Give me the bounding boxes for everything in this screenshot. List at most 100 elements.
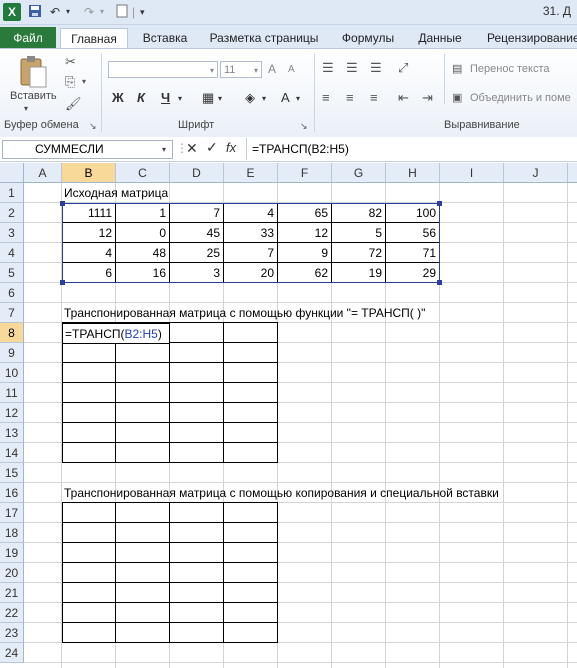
- tab-page-layout[interactable]: Разметка страницы: [209, 28, 319, 49]
- cell-d13[interactable]: [170, 423, 224, 443]
- decrease-indent-icon[interactable]: ⇤: [398, 90, 409, 106]
- cell-b21[interactable]: [62, 583, 116, 603]
- row-header-3[interactable]: 3: [0, 223, 24, 243]
- cell-d12[interactable]: [170, 403, 224, 423]
- row-header-18[interactable]: 18: [0, 523, 24, 543]
- cell-c14[interactable]: [116, 443, 170, 463]
- tab-review[interactable]: Рецензирование: [487, 28, 577, 49]
- column-header-c[interactable]: C: [116, 163, 170, 183]
- underline-dropdown-icon[interactable]: ▾: [178, 94, 182, 103]
- cell-b7[interactable]: Транспонированная матрица с помощью функ…: [64, 303, 425, 323]
- cell-b19[interactable]: [62, 543, 116, 563]
- shrink-font-icon[interactable]: A: [288, 64, 295, 75]
- column-header-d[interactable]: D: [170, 163, 224, 183]
- cell-c17[interactable]: [116, 502, 170, 523]
- column-header-h[interactable]: H: [386, 163, 440, 183]
- align-top-icon[interactable]: ☰: [322, 60, 334, 76]
- row-header-7[interactable]: 7: [0, 303, 24, 323]
- cell-e17[interactable]: [224, 502, 278, 523]
- enter-formula-icon[interactable]: ✓: [206, 139, 218, 156]
- italic-button[interactable]: К: [137, 90, 145, 105]
- copy-dropdown-icon[interactable]: ▾: [82, 77, 86, 86]
- cell-b13[interactable]: [62, 423, 116, 443]
- cell-c18[interactable]: [116, 523, 170, 543]
- cell-e23[interactable]: [224, 623, 278, 643]
- cell-e20[interactable]: [224, 563, 278, 583]
- row-header-22[interactable]: 22: [0, 603, 24, 623]
- row-header-12[interactable]: 12: [0, 403, 24, 423]
- cell-c20[interactable]: [116, 563, 170, 583]
- cell-b18[interactable]: [62, 523, 116, 543]
- cell-d14[interactable]: [170, 443, 224, 463]
- column-header-i[interactable]: I: [440, 163, 504, 183]
- cell-e9[interactable]: [224, 343, 278, 363]
- cell-c9[interactable]: [116, 343, 170, 363]
- row-header-17[interactable]: 17: [0, 503, 24, 523]
- cell-d10[interactable]: [170, 363, 224, 383]
- row-header-15[interactable]: 15: [0, 463, 24, 483]
- cell-d19[interactable]: [170, 543, 224, 563]
- column-header-b[interactable]: B: [62, 163, 116, 183]
- cell-c19[interactable]: [116, 543, 170, 563]
- cell-d17[interactable]: [170, 502, 224, 523]
- clipboard-launcher-icon[interactable]: ↘: [89, 121, 97, 132]
- row-header-21[interactable]: 21: [0, 583, 24, 603]
- cell-c10[interactable]: [116, 363, 170, 383]
- row-header-13[interactable]: 13: [0, 423, 24, 443]
- cell-e12[interactable]: [224, 403, 278, 423]
- row-header-8[interactable]: 8: [0, 323, 24, 343]
- tab-formulas[interactable]: Формулы: [340, 28, 396, 49]
- borders-icon[interactable]: ▦: [202, 90, 214, 106]
- cell-d8[interactable]: [170, 322, 224, 343]
- cell-b10[interactable]: [62, 363, 116, 383]
- cut-icon[interactable]: ✂: [65, 54, 76, 70]
- font-launcher-icon[interactable]: ↘: [300, 121, 308, 132]
- name-box[interactable]: СУММЕСЛИ: [2, 140, 173, 159]
- row-header-9[interactable]: 9: [0, 343, 24, 363]
- cell-b12[interactable]: [62, 403, 116, 423]
- row-header-6[interactable]: 6: [0, 283, 24, 303]
- copy-icon[interactable]: ⎘: [65, 74, 75, 90]
- cell-d9[interactable]: [170, 343, 224, 363]
- cell-c11[interactable]: [116, 383, 170, 403]
- undo-icon[interactable]: ↶: [50, 4, 60, 20]
- column-header-g[interactable]: G: [332, 163, 386, 183]
- cell-d23[interactable]: [170, 623, 224, 643]
- cell-b1[interactable]: Исходная матрица: [64, 183, 168, 203]
- row-header-19[interactable]: 19: [0, 543, 24, 563]
- select-all-corner[interactable]: [0, 163, 24, 183]
- tab-insert[interactable]: Вставка: [142, 28, 188, 49]
- row-header-14[interactable]: 14: [0, 443, 24, 463]
- cell-e18[interactable]: [224, 523, 278, 543]
- align-left-icon[interactable]: ≡: [322, 90, 330, 105]
- cell-e11[interactable]: [224, 383, 278, 403]
- cell-b20[interactable]: [62, 563, 116, 583]
- cell-b16[interactable]: Транспонированная матрица с помощью копи…: [64, 483, 499, 503]
- redo-dropdown-icon[interactable]: ▾: [100, 4, 104, 20]
- cell-c21[interactable]: [116, 583, 170, 603]
- cell-e22[interactable]: [224, 603, 278, 623]
- cell-e13[interactable]: [224, 423, 278, 443]
- bold-button[interactable]: Ж: [112, 90, 124, 105]
- cell-e8[interactable]: [224, 322, 278, 343]
- row-header-20[interactable]: 20: [0, 563, 24, 583]
- redo-icon[interactable]: ↷: [84, 4, 94, 20]
- column-header-f[interactable]: F: [278, 163, 332, 183]
- align-center-icon[interactable]: ≡: [346, 90, 354, 105]
- column-header-j[interactable]: J: [504, 163, 568, 183]
- wrap-text-icon[interactable]: ▤: [452, 62, 462, 75]
- cell-c22[interactable]: [116, 603, 170, 623]
- tab-data[interactable]: Данные: [417, 28, 463, 49]
- name-box-dropdown-icon[interactable]: ▾: [162, 145, 166, 154]
- grow-font-icon[interactable]: A: [268, 62, 276, 76]
- merge-icon[interactable]: ▣: [452, 91, 462, 104]
- insert-function-icon[interactable]: fx: [226, 140, 236, 155]
- cell-b23[interactable]: [62, 623, 116, 643]
- paste-icon[interactable]: [18, 55, 48, 89]
- column-header-a[interactable]: A: [24, 163, 62, 183]
- cell-e10[interactable]: [224, 363, 278, 383]
- cell-b22[interactable]: [62, 603, 116, 623]
- font-color-dropdown-icon[interactable]: ▾: [296, 94, 300, 103]
- cell-d20[interactable]: [170, 563, 224, 583]
- row-header-2[interactable]: 2: [0, 203, 24, 223]
